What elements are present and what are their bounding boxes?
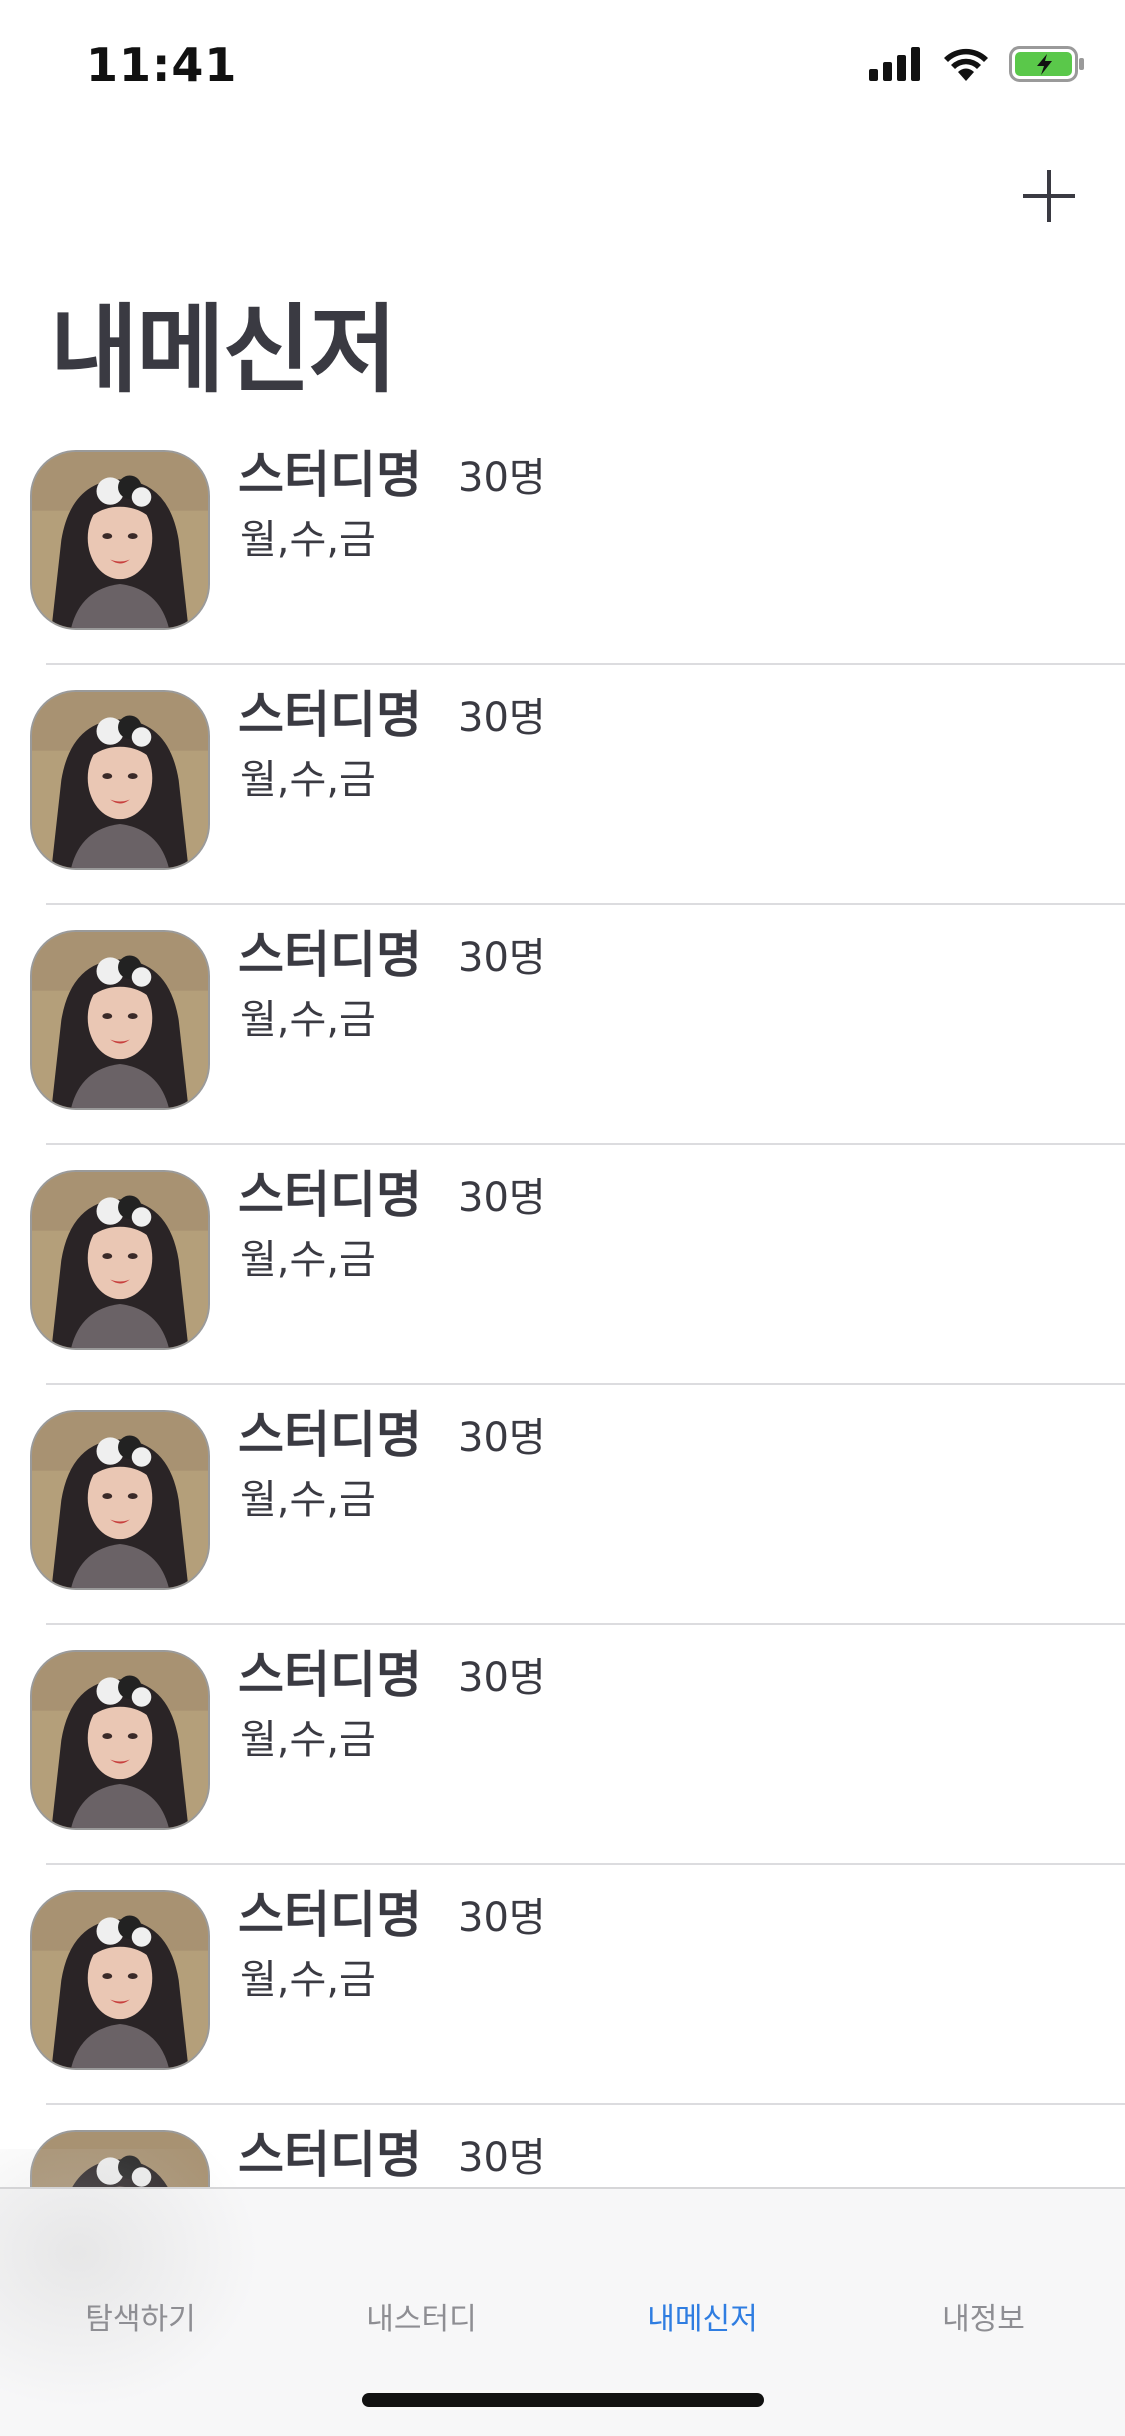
study-avatar [30, 1650, 210, 1830]
study-member-count: 30명 [458, 695, 546, 741]
study-list-item[interactable]: 스터디명 30명 월,수,금 [0, 1385, 1125, 1625]
plus-icon [1023, 170, 1075, 222]
study-member-count: 30명 [458, 1895, 546, 1941]
study-name: 스터디명 [238, 1166, 422, 1224]
wifi-icon [943, 47, 989, 85]
study-name: 스터디명 [238, 1646, 422, 1704]
study-list-item[interactable]: 스터디명 30명 월,수,금 [0, 1145, 1125, 1385]
study-member-count: 30명 [458, 1655, 546, 1701]
study-avatar [30, 690, 210, 870]
study-schedule-days: 월,수,금 [240, 757, 376, 803]
tab-my-info[interactable]: 내정보 [843, 2294, 1124, 2338]
tab-my-messenger[interactable]: 내메신저 [562, 2294, 843, 2338]
study-list[interactable]: 스터디명 30명 월,수,금 스터디명 30명 월,수,금 스터디명 30명 월… [0, 425, 1125, 2187]
study-schedule-days: 월,수,금 [240, 1237, 376, 1283]
home-indicator [362, 2393, 764, 2407]
study-name: 스터디명 [238, 2126, 422, 2184]
status-bar: 11:41 [0, 0, 1125, 132]
study-list-item[interactable]: 스터디명 30명 월,수,금 [0, 665, 1125, 905]
study-member-count: 30명 [458, 935, 546, 981]
cellular-signal-icon [869, 47, 923, 85]
study-avatar [30, 1890, 210, 2070]
tab-my-study[interactable]: 내스터디 [281, 2294, 562, 2338]
study-name: 스터디명 [238, 1406, 422, 1464]
study-schedule-days: 월,수,금 [240, 517, 376, 563]
page-title: 내메신저 [50, 294, 397, 406]
study-avatar [30, 1410, 210, 1590]
study-schedule-days: 월,수,금 [240, 1957, 376, 2003]
status-time: 11:41 [86, 38, 238, 92]
study-avatar [30, 1170, 210, 1350]
study-list-item[interactable]: 스터디명 30명 월,수,금 [0, 1865, 1125, 2105]
study-avatar [30, 450, 210, 630]
study-name: 스터디명 [238, 926, 422, 984]
study-schedule-days: 월,수,금 [240, 1717, 376, 1763]
study-member-count: 30명 [458, 2135, 546, 2181]
study-name: 스터디명 [238, 686, 422, 744]
study-name: 스터디명 [238, 446, 422, 504]
battery-charging-icon [1009, 46, 1085, 86]
study-schedule-days: 월,수,금 [240, 997, 376, 1043]
study-list-item[interactable]: 스터디명 30명 월,수,금 [0, 425, 1125, 665]
screen: 11:41 내메신저 스터디명 30명 월,수,금 스터디명 30명 월,수,금… [0, 0, 1125, 2436]
study-list-item[interactable]: 스터디명 30명 월,수,금 [0, 1625, 1125, 1865]
study-avatar [30, 930, 210, 1110]
study-name: 스터디명 [238, 1886, 422, 1944]
status-icons [869, 46, 1085, 86]
study-member-count: 30명 [458, 455, 546, 501]
study-member-count: 30명 [458, 1175, 546, 1221]
study-schedule-days: 월,수,금 [240, 1477, 376, 1523]
study-member-count: 30명 [458, 1415, 546, 1461]
tab-explore[interactable]: 탐색하기 [0, 2294, 281, 2338]
study-list-item[interactable]: 스터디명 30명 월,수,금 [0, 905, 1125, 1145]
add-study-button[interactable] [1021, 168, 1077, 224]
